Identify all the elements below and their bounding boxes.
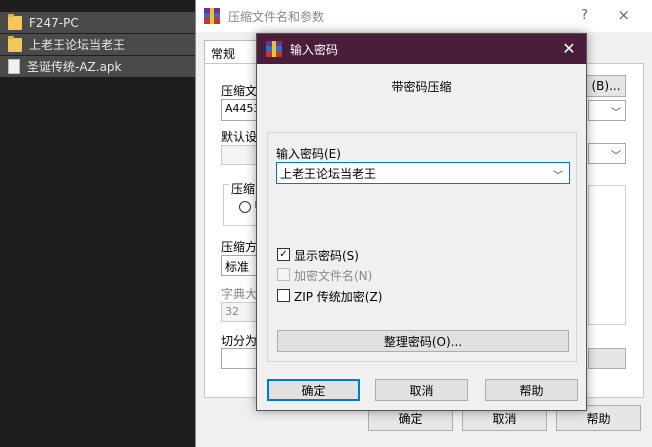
desktop-item-apk-file[interactable]: 圣诞传统-AZ.apk [0,56,195,77]
split-volumes-label: 切分为 [221,334,258,348]
set-password-button[interactable] [588,348,626,369]
enter-password-dialog: 输入密码 ✕ 带密码压缩 输入密码(E) 上老王论坛当老王 ﹀ ✓ 显示密码(S… [256,33,587,411]
format-radio[interactable] [239,201,251,213]
desktop-item-label: 上老王论坛当老王 [29,38,126,52]
desktop-item-folder-laowang[interactable]: 上老王论坛当老王 [0,34,195,55]
split-volumes-combo[interactable] [221,348,261,369]
winrar-icon [204,8,220,24]
password-ok-button[interactable]: 确定 [267,379,360,401]
chevron-down-icon[interactable]: ﹀ [553,167,563,182]
tab-general[interactable]: 常规 [204,40,260,64]
encrypt-filenames-checkbox[interactable] [277,268,290,281]
password-panel: 输入密码(E) 上老王论坛当老王 ﹀ ✓ 显示密码(S) 加密文件名(N) ZI… [267,132,577,362]
enter-password-titlebar: 输入密码 ✕ [257,34,586,64]
format-group-label: 压缩 [229,180,258,197]
archive-params-titlebar: 压缩文件名和参数 ? × [196,0,652,32]
zip-legacy-encryption-checkbox[interactable] [277,289,290,302]
chevron-down-icon: ﹀ [611,151,621,162]
folder-icon [8,35,22,52]
password-dialog-heading: 带密码压缩 [391,80,452,94]
help-icon[interactable]: ? [581,8,588,23]
password-input-value: 上老王论坛当老王 [280,167,377,181]
archive-params-title: 压缩文件名和参数 [228,9,325,24]
compression-method-label: 压缩方 [221,240,258,254]
folder-icon [8,13,22,30]
archive-name-label: 压缩文 [221,84,258,98]
archive-name-combo[interactable]: ﹀ [588,100,626,121]
show-password-checkbox[interactable]: ✓ [277,248,290,261]
show-password-label: 显示密码(S) [294,249,359,263]
password-input[interactable]: 上老王论坛当老王 ﹀ [276,162,570,184]
organize-passwords-button[interactable]: 整理密码(O)... [277,330,569,352]
zip-legacy-encryption-label: ZIP 传统加密(Z) [294,290,383,304]
chevron-down-icon: ﹀ [611,108,621,119]
desktop-item-label: 圣诞传统-AZ.apk [27,60,122,74]
file-icon [8,59,20,74]
password-label: 输入密码(E) [276,147,341,161]
default-profile-label: 默认设 [221,130,258,144]
browse-button[interactable]: (B)... [586,75,626,97]
close-icon[interactable]: ✕ [560,39,578,58]
desktop-item-label: F247-PC [29,15,79,30]
compression-method-combo[interactable]: 标准 [221,255,261,276]
winrar-icon [266,41,282,57]
update-mode-combo[interactable]: ﹀ [588,143,626,164]
desktop-item-folder-f247[interactable]: F247-PC [0,12,195,33]
encrypt-filenames-label: 加密文件名(N) [294,269,373,283]
enter-password-title: 输入密码 [290,42,339,57]
dictionary-size-label: 字典大 [221,287,258,301]
close-icon[interactable]: × [617,6,630,24]
archive-name-input[interactable]: A4453 [221,99,261,121]
options-group [588,185,626,325]
password-cancel-button[interactable]: 取消 [375,379,468,401]
default-profile-button[interactable] [221,145,261,165]
password-help-button[interactable]: 帮助 [485,379,578,401]
dictionary-size-combo[interactable]: 32 [221,302,261,322]
desktop-file-list: F247-PC 上老王论坛当老王 圣诞传统-AZ.apk [0,12,195,78]
